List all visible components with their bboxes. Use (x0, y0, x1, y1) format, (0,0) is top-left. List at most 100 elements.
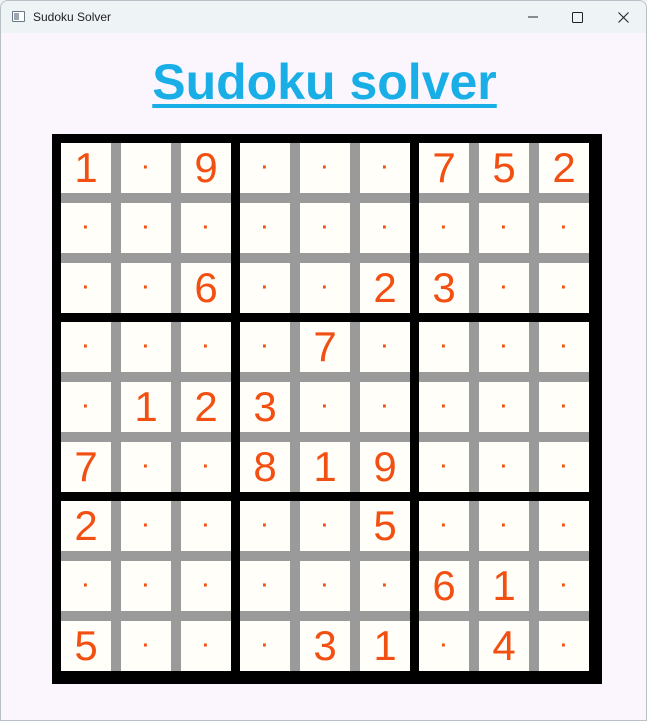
sudoku-cell[interactable]: · (240, 263, 290, 313)
sudoku-cell[interactable]: 6 (181, 263, 231, 313)
app-icon (12, 11, 25, 22)
sudoku-cell[interactable]: · (300, 143, 350, 193)
sudoku-cell[interactable]: · (240, 203, 290, 253)
sudoku-cell[interactable]: · (539, 442, 589, 492)
sudoku-cell[interactable]: · (61, 382, 111, 432)
sudoku-cell[interactable]: 7 (300, 322, 350, 372)
sudoku-cell[interactable]: · (360, 561, 410, 611)
sudoku-cell[interactable]: 1 (121, 382, 171, 432)
sudoku-cell[interactable]: · (539, 203, 589, 253)
sudoku-cell[interactable]: · (419, 322, 469, 372)
grid-line (240, 253, 410, 263)
sudoku-cell[interactable]: · (479, 203, 529, 253)
title-bar[interactable]: Sudoku Solver (1, 1, 646, 33)
sudoku-cell[interactable]: 3 (419, 263, 469, 313)
window-title: Sudoku Solver (33, 10, 112, 24)
sudoku-cell[interactable]: · (419, 442, 469, 492)
sudoku-cell[interactable]: 3 (300, 621, 350, 671)
sudoku-cell[interactable]: · (121, 322, 171, 372)
sudoku-cell[interactable]: · (181, 561, 231, 611)
sudoku-cell[interactable]: · (419, 501, 469, 551)
sudoku-cell[interactable]: · (360, 143, 410, 193)
grid-line (290, 143, 300, 313)
page-title: Sudoku solver (152, 54, 497, 110)
sudoku-cell[interactable]: · (360, 322, 410, 372)
sudoku-board: 1 · 9 · · · 7 5 2 · · · · · · · · · · · 6 · · 2 3 · · · · · · 7 · · · · · 1 2 3… (52, 134, 602, 684)
sudoku-cell[interactable]: · (240, 621, 290, 671)
sudoku-cell[interactable]: · (539, 382, 589, 432)
sudoku-cell[interactable]: 9 (360, 442, 410, 492)
sudoku-cell[interactable]: 3 (240, 382, 290, 432)
sudoku-cell[interactable]: 5 (479, 143, 529, 193)
sudoku-cell[interactable]: · (121, 442, 171, 492)
sudoku-cell[interactable]: · (240, 561, 290, 611)
sudoku-cell[interactable]: · (240, 143, 290, 193)
grid-line (240, 432, 410, 442)
sudoku-cell[interactable]: · (479, 382, 529, 432)
grid-line (290, 322, 300, 492)
grid-line (171, 322, 181, 492)
sudoku-cell[interactable]: · (539, 501, 589, 551)
sudoku-cell[interactable]: 7 (419, 143, 469, 193)
sudoku-cell[interactable]: · (121, 263, 171, 313)
sudoku-cell[interactable]: · (300, 501, 350, 551)
sudoku-cell[interactable]: 7 (61, 442, 111, 492)
sudoku-cell[interactable]: · (121, 203, 171, 253)
sudoku-cell[interactable]: · (181, 442, 231, 492)
sudoku-cell[interactable]: 9 (181, 143, 231, 193)
sudoku-cell[interactable]: · (61, 263, 111, 313)
sudoku-cell[interactable]: 1 (61, 143, 111, 193)
sudoku-cell[interactable]: 1 (479, 561, 529, 611)
sudoku-cell[interactable]: 2 (539, 143, 589, 193)
sudoku-cell[interactable]: 8 (240, 442, 290, 492)
sudoku-cell[interactable]: 1 (300, 442, 350, 492)
maximize-icon (571, 11, 583, 23)
sudoku-cell[interactable]: 2 (181, 382, 231, 432)
grid-line (111, 501, 121, 671)
sudoku-cell[interactable]: 1 (360, 621, 410, 671)
sudoku-cell[interactable]: · (479, 442, 529, 492)
sudoku-cell[interactable]: · (539, 621, 589, 671)
grid-line (350, 143, 360, 313)
sudoku-cell[interactable]: · (300, 263, 350, 313)
grid-line (240, 611, 410, 621)
maximize-button[interactable] (554, 1, 600, 33)
sudoku-cell[interactable]: · (300, 203, 350, 253)
sudoku-cell[interactable]: · (61, 561, 111, 611)
sudoku-cell[interactable]: · (240, 501, 290, 551)
sudoku-cell[interactable]: · (360, 382, 410, 432)
sudoku-cell[interactable]: · (121, 561, 171, 611)
sudoku-cell[interactable]: · (539, 561, 589, 611)
sudoku-cell[interactable]: · (181, 621, 231, 671)
sudoku-cell[interactable]: 2 (61, 501, 111, 551)
sudoku-cell[interactable]: · (121, 501, 171, 551)
sudoku-cell[interactable]: · (61, 203, 111, 253)
sudoku-cell[interactable]: 5 (360, 501, 410, 551)
sudoku-cell[interactable]: · (539, 263, 589, 313)
grid-line (419, 432, 589, 442)
sudoku-cell[interactable]: · (479, 263, 529, 313)
sudoku-cell[interactable]: · (300, 561, 350, 611)
sudoku-cell[interactable]: · (300, 382, 350, 432)
sudoku-cell[interactable]: · (121, 621, 171, 671)
sudoku-cell[interactable]: · (419, 382, 469, 432)
sudoku-cell[interactable]: 2 (360, 263, 410, 313)
sudoku-cell[interactable]: · (419, 203, 469, 253)
sudoku-cell[interactable]: · (240, 322, 290, 372)
sudoku-cell[interactable]: · (121, 143, 171, 193)
sudoku-cell[interactable]: · (181, 203, 231, 253)
sudoku-cell[interactable]: 6 (419, 561, 469, 611)
sudoku-cell[interactable]: · (479, 322, 529, 372)
close-button[interactable] (600, 1, 646, 33)
sudoku-cell[interactable]: 5 (61, 621, 111, 671)
sudoku-cell[interactable]: · (479, 501, 529, 551)
sudoku-cell[interactable]: · (181, 322, 231, 372)
sudoku-cell[interactable]: 4 (479, 621, 529, 671)
sudoku-cell[interactable]: · (539, 322, 589, 372)
grid-line (240, 193, 410, 203)
sudoku-cell[interactable]: · (61, 322, 111, 372)
sudoku-cell[interactable]: · (181, 501, 231, 551)
minimize-button[interactable] (510, 1, 556, 33)
sudoku-cell[interactable]: · (419, 621, 469, 671)
sudoku-cell[interactable]: · (360, 203, 410, 253)
